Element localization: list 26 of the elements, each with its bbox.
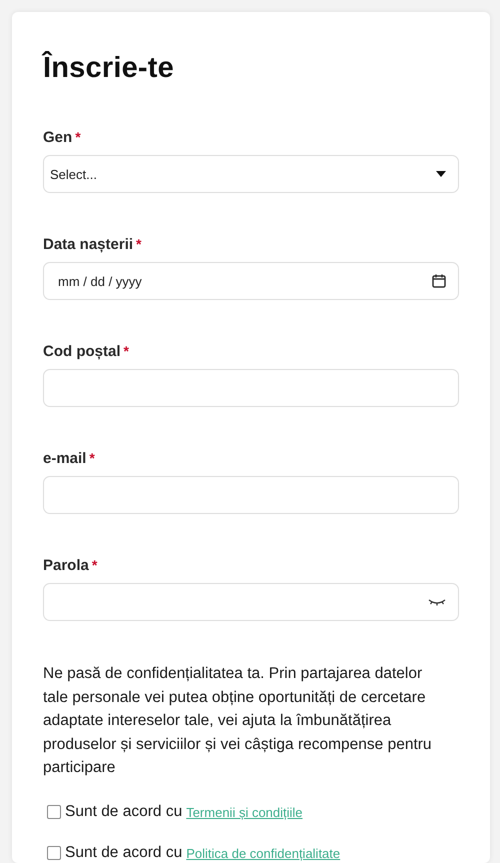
required-asterisk: *	[136, 236, 142, 252]
placeholder-text: Select...	[50, 166, 97, 182]
agreement-text: Sunt de acord cu	[65, 803, 182, 821]
agreement-checkbox[interactable]	[47, 846, 61, 860]
password-field[interactable]	[43, 583, 459, 621]
field-label: Gen	[43, 129, 72, 146]
privacy-notice: Ne pasă de confidențialitatea ta. Prin partajarea datelor tale personale vei putea obține oportunități de cercetare adaptate intereselor tale, vei ajuta la îmbunătățirea produselor și serviciilor și vei câștiga recompense pentru participare	[43, 664, 433, 778]
agreement-checkbox[interactable]	[47, 805, 61, 819]
form-title: Înscrie-te	[43, 52, 175, 85]
required-asterisk: *	[124, 343, 129, 359]
calendar-icon[interactable]	[432, 274, 446, 288]
agreement-text: Sunt de acord cu	[65, 844, 182, 862]
field-label: Parola	[43, 557, 89, 574]
required-asterisk: *	[92, 557, 98, 573]
date-field[interactable]: mm / dd / yyyy	[43, 262, 459, 300]
placeholder-text: mm / dd / yyyy	[57, 274, 142, 288]
required-asterisk: *	[89, 450, 95, 466]
field-label: e-mail	[43, 450, 86, 467]
dropdown-caret-icon[interactable]	[436, 171, 446, 177]
field-label: Data nașterii	[43, 236, 134, 253]
input-field[interactable]	[43, 369, 459, 407]
gender-select[interactable]: Select...	[43, 155, 459, 193]
field-label: Cod poștal	[43, 343, 120, 360]
closed-eye-icon[interactable]	[428, 598, 446, 606]
input-field[interactable]	[43, 476, 459, 514]
required-asterisk: *	[75, 129, 81, 145]
